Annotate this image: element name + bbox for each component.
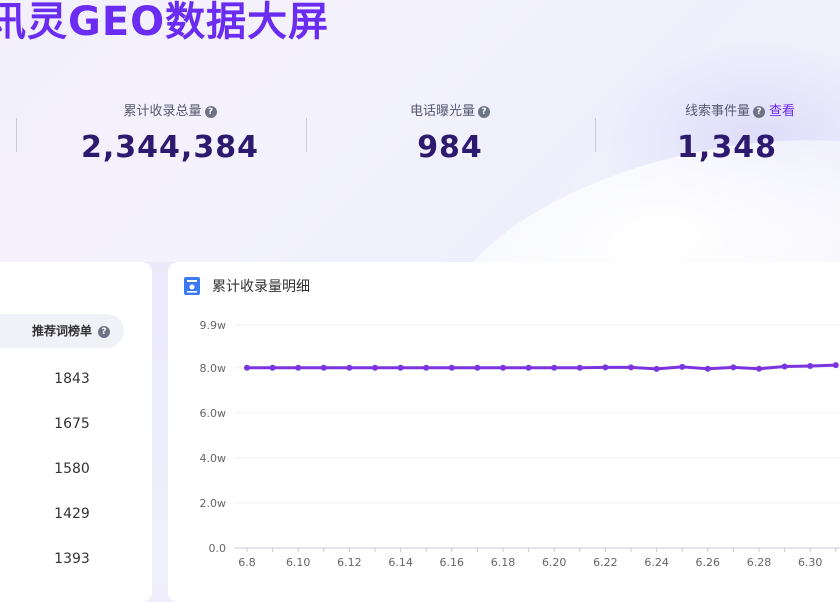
data-point bbox=[320, 364, 327, 371]
data-point bbox=[730, 364, 737, 371]
x-tick-label: 6.30 bbox=[798, 556, 823, 569]
data-point bbox=[679, 363, 686, 370]
data-point bbox=[269, 364, 276, 371]
x-tick-label: 6.28 bbox=[747, 556, 772, 569]
data-point bbox=[525, 364, 532, 371]
data-point bbox=[704, 365, 711, 372]
y-tick-label: 4.0w bbox=[200, 452, 227, 465]
data-point bbox=[448, 364, 455, 371]
y-tick-label: 8.0w bbox=[200, 362, 227, 375]
y-tick-label: 9.9w bbox=[200, 319, 227, 332]
data-point bbox=[474, 364, 481, 371]
data-point bbox=[628, 364, 634, 371]
data-point bbox=[576, 364, 583, 371]
x-tick-label: 6.24 bbox=[644, 556, 669, 569]
x-tick-label: 6.20 bbox=[542, 556, 567, 569]
x-tick-label: 6.26 bbox=[696, 556, 721, 569]
data-point bbox=[781, 363, 788, 370]
series-line bbox=[247, 363, 836, 371]
x-tick-label: 6.12 bbox=[337, 556, 362, 569]
data-point bbox=[295, 364, 302, 371]
data-point bbox=[372, 364, 378, 371]
data-point bbox=[423, 364, 430, 371]
data-point bbox=[653, 365, 660, 372]
data-point bbox=[397, 364, 404, 371]
x-tick-label: 6.16 bbox=[440, 556, 465, 569]
x-tick-label: 6.18 bbox=[491, 556, 516, 569]
x-tick-label: 6.8 bbox=[238, 556, 256, 569]
y-tick-label: 6.0w bbox=[200, 407, 227, 420]
data-point bbox=[500, 364, 506, 371]
x-tick-label: 6.10 bbox=[286, 556, 311, 569]
data-point bbox=[756, 365, 762, 372]
data-point bbox=[551, 364, 558, 371]
x-tick-label: 6.14 bbox=[388, 556, 413, 569]
data-point bbox=[807, 362, 814, 369]
data-point bbox=[832, 362, 839, 369]
data-point bbox=[244, 364, 250, 371]
y-tick-label: 0.0 bbox=[209, 542, 227, 555]
data-point bbox=[602, 364, 609, 371]
line-chart: 0.0 2.0w 4.0w 6.0w 8.0w 9.9w 6.8 6.10 6.12 6.14 6.… bbox=[200, 319, 840, 569]
x-tick-label: 6.22 bbox=[593, 556, 618, 569]
data-point bbox=[346, 364, 353, 371]
y-tick-label: 2.0w bbox=[200, 497, 227, 510]
